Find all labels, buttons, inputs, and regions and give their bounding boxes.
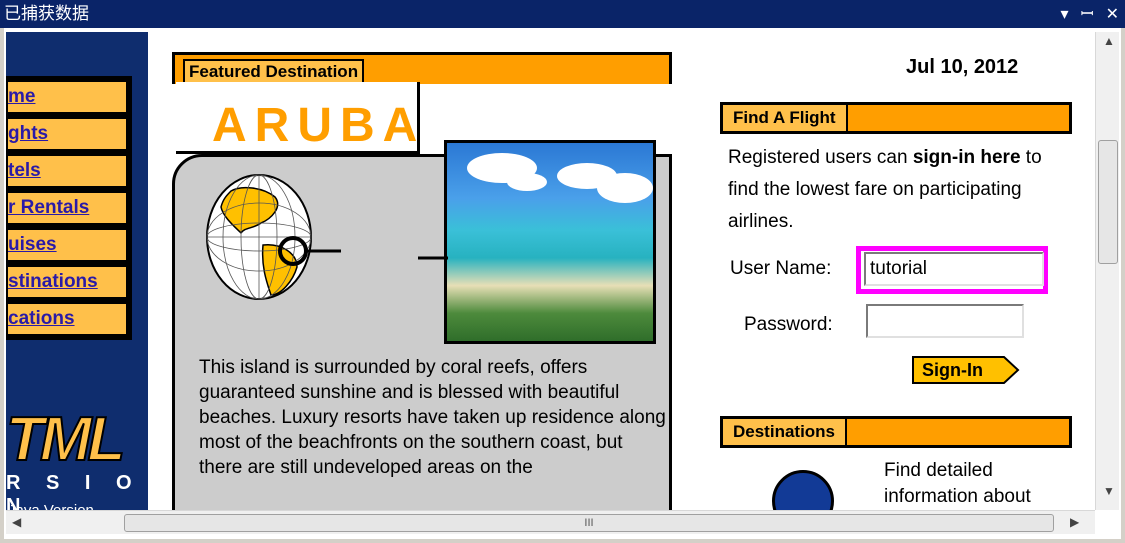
flight-text-pre: Registered users can	[728, 147, 913, 168]
pin-icon[interactable]: ꟷ	[1081, 0, 1094, 28]
nav-item-cruises[interactable]: uises	[6, 228, 128, 262]
destinations-label: Destinations	[723, 419, 848, 445]
window-title-bar: 已捕获数据 ▾ ꟷ ✕	[0, 0, 1125, 28]
nav-item-destinations[interactable]: stinations	[6, 265, 128, 299]
horizontal-scroll-thumb[interactable]: III	[124, 514, 1054, 532]
nav-item-vacations[interactable]: cations	[6, 302, 128, 336]
sign-in-label: Sign-In	[922, 360, 983, 380]
featured-destination-panel: Featured Destination This island is surr…	[172, 52, 672, 510]
find-flight-label: Find A Flight	[723, 105, 848, 131]
window-title: 已捕获数据	[4, 4, 89, 24]
scroll-down-icon[interactable]: ▼	[1103, 484, 1115, 498]
globe-icon	[206, 174, 341, 300]
web-viewport: me ghts tels r Rentals uises stinations …	[6, 32, 1095, 510]
featured-header: Featured Destination	[172, 52, 672, 85]
sign-in-button[interactable]: Sign-In	[912, 356, 1020, 384]
java-version-link[interactable]: Java Version	[8, 502, 94, 510]
sign-in-here-link[interactable]: sign-in here	[913, 147, 1021, 168]
nav-item-hotels[interactable]: tels	[6, 154, 128, 188]
beach-photo	[444, 140, 656, 344]
dropdown-icon[interactable]: ▾	[1061, 0, 1069, 28]
find-flight-text: Registered users can sign-in here to fin…	[728, 142, 1068, 238]
html-version-logo: TML R S I O N Java Version	[6, 384, 146, 510]
nav-item-car-rentals[interactable]: r Rentals	[6, 191, 128, 225]
vertical-scroll-thumb[interactable]	[1098, 140, 1118, 264]
current-date: Jul 10, 2012	[906, 56, 1019, 78]
featured-place-title: ARUBA	[212, 99, 426, 152]
logo-main-text: TML	[6, 404, 126, 475]
nav-menu: me ghts tels r Rentals uises stinations …	[6, 76, 132, 340]
close-icon[interactable]: ✕	[1106, 0, 1119, 28]
horizontal-scrollbar[interactable]: ◀ III ▶	[6, 510, 1095, 534]
destinations-header: Destinations	[720, 416, 1072, 448]
nav-item-home[interactable]: me	[6, 80, 128, 114]
connector-line	[418, 256, 448, 260]
destinations-text: Find detailed information about	[884, 460, 1031, 507]
window-controls: ▾ ꟷ ✕	[1061, 0, 1119, 28]
scroll-left-icon[interactable]: ◀	[12, 515, 21, 529]
username-label: User Name:	[730, 258, 832, 279]
scroll-up-icon[interactable]: ▲	[1103, 34, 1115, 48]
destinations-globe-icon	[772, 470, 834, 510]
scroll-right-icon[interactable]: ▶	[1070, 515, 1079, 529]
password-input[interactable]	[866, 304, 1024, 338]
nav-item-flights[interactable]: ghts	[6, 117, 128, 151]
password-label: Password:	[744, 314, 833, 335]
vertical-scrollbar[interactable]: ▲ ▼	[1095, 32, 1119, 510]
find-flight-header: Find A Flight	[720, 102, 1072, 134]
username-input[interactable]	[864, 252, 1044, 286]
featured-description: This island is surrounded by coral reefs…	[199, 357, 666, 478]
left-nav-column: me ghts tels r Rentals uises stinations …	[6, 32, 148, 510]
